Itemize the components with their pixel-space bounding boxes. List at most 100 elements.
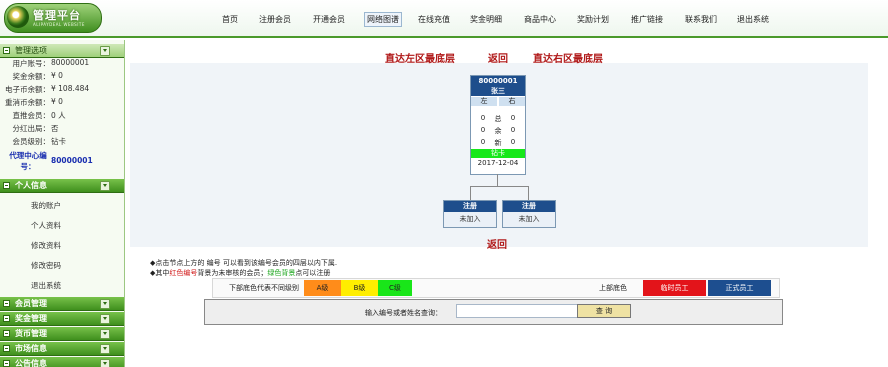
chevron-down-icon[interactable] (100, 359, 110, 367)
nav-network-map[interactable]: 网络图谱 (364, 12, 402, 27)
sidebar-section-admin-options[interactable]: 管理选项 (0, 44, 124, 58)
stat-left-total: 0 (480, 114, 486, 122)
register-left-link[interactable]: 注册 (444, 201, 496, 212)
right-zone-label: 右 (499, 97, 525, 106)
sidebar-section-market-info[interactable]: 市场信息 (0, 342, 124, 356)
search-input[interactable] (456, 304, 585, 318)
brand-logo[interactable]: 管理平台 ALIPAYDEAL WEBSITE (4, 3, 102, 33)
nav-bonus-details[interactable]: 奖金明细 (470, 14, 502, 25)
note-line-2: ◆其中红色编号背景为未审核的会员；绿色背景点可以注册 (150, 268, 330, 278)
sidebar-section-announcements[interactable]: 公告信息 (0, 357, 124, 367)
collapse-icon (3, 300, 10, 307)
collapse-icon (3, 315, 10, 322)
info-value: ¥ 0 (51, 71, 63, 80)
nav-home[interactable]: 首页 (222, 14, 238, 25)
info-label: 重消币余额： (5, 98, 50, 107)
nav-promo-link[interactable]: 推广链接 (631, 14, 663, 25)
note-text: ◆其中 (150, 269, 170, 277)
sidebar-item-personal-profile[interactable]: 个人资料 (31, 220, 61, 231)
nav-contact-us[interactable]: 联系我们 (685, 14, 717, 25)
nav-reward-plan[interactable]: 奖励计划 (577, 14, 609, 25)
back-link[interactable]: 返回 (488, 50, 508, 65)
info-label: 用户账号： (12, 59, 51, 68)
section-title: 个人信息 (15, 181, 47, 190)
brand-subtitle: ALIPAYDEAL WEBSITE (33, 22, 85, 27)
search-label: 输入编号或者姓名查询： (365, 309, 442, 317)
collapse-icon (3, 182, 10, 189)
goto-left-bottom-link[interactable]: 直达左区最底层 (385, 50, 455, 65)
search-panel: 输入编号或者姓名查询： 查 询 (204, 299, 783, 325)
left-zone-label: 左 (471, 97, 497, 106)
section-title: 奖金管理 (15, 314, 47, 323)
brand-title: 管理平台 (33, 9, 81, 22)
info-label: 直推会员： (12, 111, 51, 120)
info-label: 电子币余额： (5, 85, 50, 94)
goto-right-bottom-link[interactable]: 直达右区最底层 (533, 50, 603, 65)
chevron-down-icon[interactable] (100, 299, 110, 309)
info-value: ¥ 0 (51, 97, 63, 106)
info-value: ¥ 108.484 (51, 84, 90, 93)
stat-right-total: 0 (510, 114, 516, 122)
nav-register-member[interactable]: 注册会员 (259, 14, 291, 25)
sidebar-section-currency-mgmt[interactable]: 货币管理 (0, 327, 124, 341)
root-member-node: 80000001 张三 左 右 0 总 0 0 余 0 0 新 0 钻卡 201… (470, 75, 526, 175)
stat-label-total: 总 (494, 115, 502, 123)
sidebar-section-bonus-mgmt[interactable]: 奖金管理 (0, 312, 124, 326)
node-status: 未加入 (518, 215, 540, 223)
sidebar-section-member-mgmt[interactable]: 会员管理 (0, 297, 124, 311)
sidebar-item-change-password[interactable]: 修改密码 (31, 260, 61, 271)
sidebar: 管理选项 用户账号： 80000001 奖金余额： ¥ 0 电子币余额： ¥ 108.… (0, 40, 125, 367)
info-label: 会员级别： (12, 137, 51, 146)
note-text: 背景为未审核的会员； (197, 269, 268, 277)
search-button[interactable]: 查 询 (577, 304, 631, 318)
right-child-node: 注册 未加入 (502, 200, 556, 228)
agent-center-label: 代理中心编号： (9, 151, 47, 171)
nav-logout[interactable]: 退出系统 (737, 14, 769, 25)
legend-level-b: B级 (341, 280, 378, 296)
chevron-down-icon[interactable] (100, 46, 110, 56)
logo-emblem-icon (7, 6, 29, 28)
collapse-icon (3, 345, 10, 352)
back-link-bottom[interactable]: 返回 (487, 236, 507, 251)
member-id-link[interactable]: 80000001 (471, 76, 525, 86)
agent-center-value: 80000001 (51, 156, 93, 165)
stat-label-remaining: 余 (494, 127, 502, 135)
level-legend: 下部底色代表不同级别 A级 B级 C级 上部底色 临时员工 正式员工 (212, 278, 780, 298)
sidebar-item-logout[interactable]: 退出系统 (31, 280, 61, 291)
legend-label: 下部底色代表不同级别 (229, 284, 299, 292)
chevron-down-icon[interactable] (100, 314, 110, 324)
stat-right-new: 0 (510, 138, 516, 146)
info-label: 分红出局： (12, 124, 51, 133)
legend-temp-staff: 临时员工 (643, 280, 706, 296)
legend-formal-staff: 正式员工 (708, 280, 771, 296)
tree-connector (470, 186, 529, 187)
chevron-down-icon[interactable] (100, 329, 110, 339)
tree-connector (497, 174, 498, 186)
nav-online-recharge[interactable]: 在线充值 (418, 14, 450, 25)
sidebar-item-edit-profile[interactable]: 修改资料 (31, 240, 61, 251)
header-bar: 管理平台 ALIPAYDEAL WEBSITE 首页 注册会员 开通会员 网络图… (0, 0, 888, 38)
register-right-link[interactable]: 注册 (503, 201, 555, 212)
node-status: 未加入 (459, 215, 481, 223)
section-title: 公告信息 (15, 359, 47, 367)
legend-level-c: C级 (378, 280, 412, 296)
section-title: 货币管理 (15, 329, 47, 338)
collapse-icon (3, 330, 10, 337)
nav-activate-member[interactable]: 开通会员 (313, 14, 345, 25)
nav-product-center[interactable]: 商品中心 (524, 14, 556, 25)
stat-right-remaining: 0 (510, 126, 516, 134)
left-child-node: 注册 未加入 (443, 200, 497, 228)
info-label: 奖金余额： (12, 72, 51, 81)
section-title: 管理选项 (15, 46, 47, 55)
info-value: 0 人 (51, 111, 66, 120)
collapse-icon (3, 360, 10, 367)
chevron-down-icon[interactable] (100, 181, 110, 191)
tree-connector (528, 186, 529, 200)
sidebar-item-my-account[interactable]: 我的账户 (31, 200, 61, 211)
member-name: 张三 (471, 86, 525, 96)
chevron-down-icon[interactable] (100, 344, 110, 354)
stat-left-new: 0 (480, 138, 486, 146)
collapse-icon (3, 47, 10, 54)
sidebar-section-personal-info[interactable]: 个人信息 (0, 179, 124, 193)
member-join-date: 2017-12-04 (477, 159, 519, 167)
